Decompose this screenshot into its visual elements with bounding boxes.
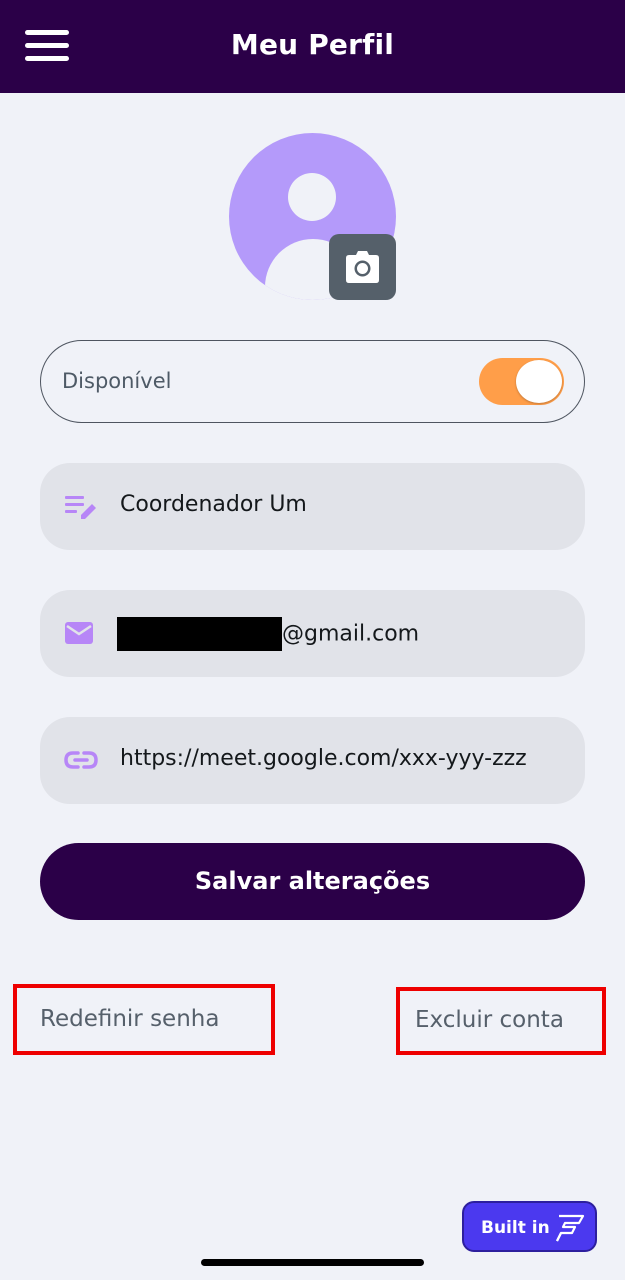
mail-icon	[65, 622, 93, 644]
email-domain: @gmail.com	[282, 621, 420, 647]
availability-toggle[interactable]	[479, 358, 564, 405]
name-field[interactable]: Coordenador Um	[40, 463, 585, 550]
redacted-email-user	[117, 617, 282, 651]
built-in-label: Built in	[481, 1218, 550, 1238]
app-header: Meu Perfil	[0, 0, 625, 93]
reset-password-link[interactable]: Redefinir senha	[13, 984, 275, 1055]
toggle-knob	[516, 360, 562, 403]
name-value: Coordenador Um	[120, 492, 307, 517]
link-icon	[64, 751, 98, 769]
delete-account-link[interactable]: Excluir conta	[396, 987, 606, 1055]
reset-password-label: Redefinir senha	[40, 1006, 220, 1032]
camera-icon	[346, 251, 379, 283]
page-title: Meu Perfil	[230, 28, 395, 61]
availability-row: Disponível	[40, 340, 585, 423]
email-value: @gmail.com	[117, 617, 419, 651]
save-changes-button[interactable]: Salvar alterações	[40, 843, 585, 920]
avatar-head	[288, 173, 336, 221]
edit-notes-icon	[65, 496, 96, 519]
meeting-link-field[interactable]: https://meet.google.com/xxx-yyy-zzz	[40, 717, 585, 804]
delete-account-label: Excluir conta	[415, 1007, 564, 1033]
meeting-link-value: https://meet.google.com/xxx-yyy-zzz	[120, 746, 527, 771]
email-field[interactable]: @gmail.com	[40, 590, 585, 677]
flutterflow-logo-icon	[556, 1214, 585, 1242]
home-indicator	[201, 1259, 424, 1266]
change-photo-button[interactable]	[329, 234, 396, 300]
built-in-badge[interactable]: Built in	[462, 1201, 597, 1252]
availability-label: Disponível	[62, 369, 172, 393]
